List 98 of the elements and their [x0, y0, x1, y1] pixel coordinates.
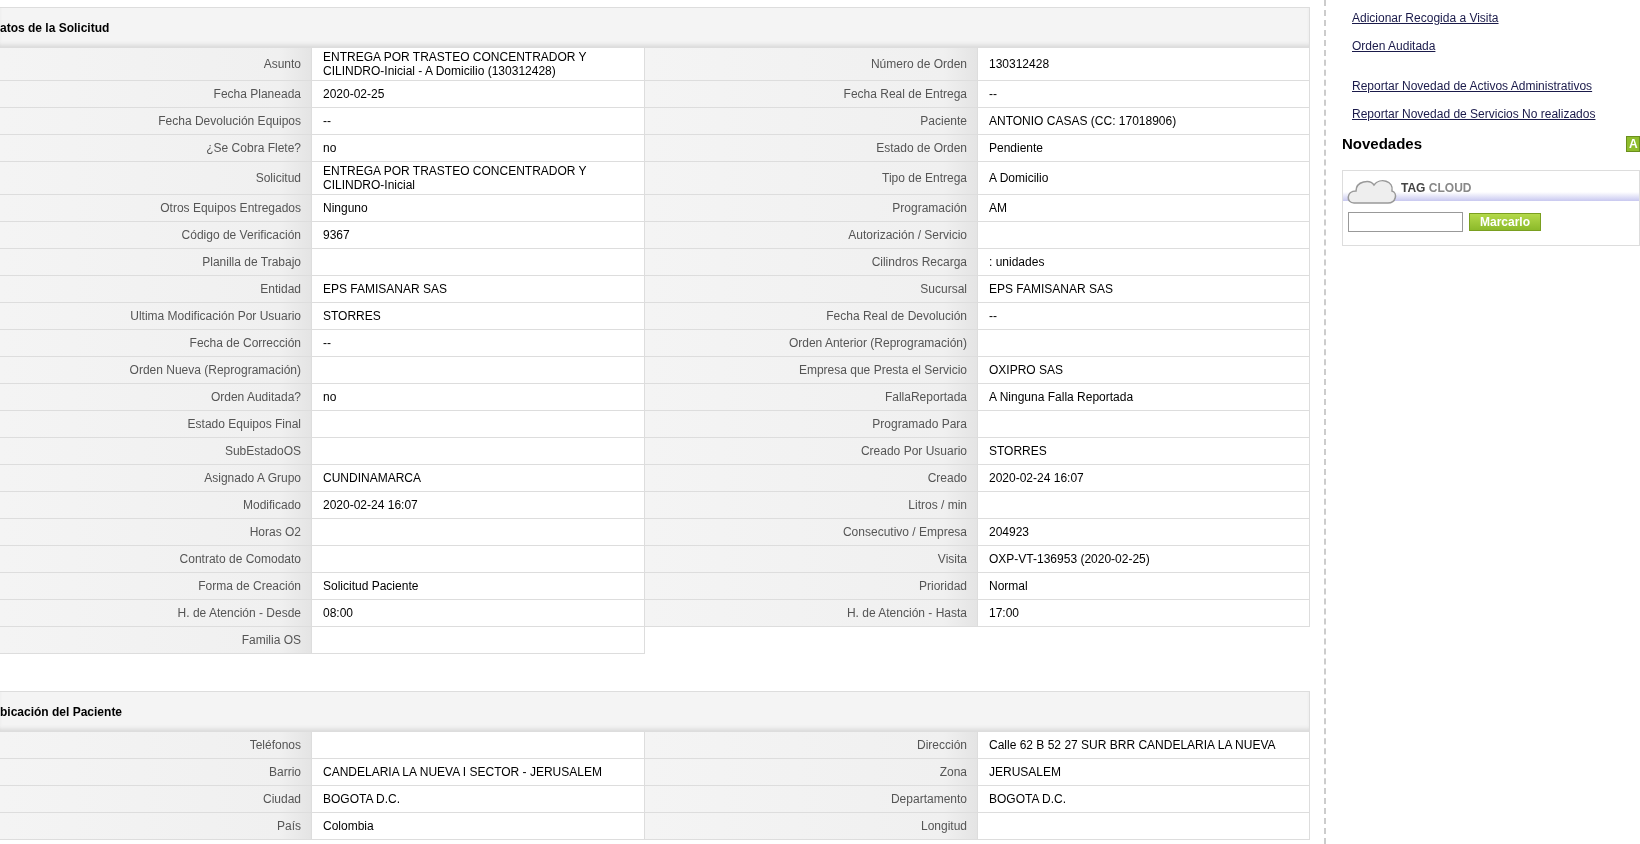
field-label: Forma de Creación — [0, 573, 312, 600]
field-value: AM — [978, 195, 1310, 222]
field-label: Programado Para — [645, 411, 978, 438]
field-label: H. de Atención - Desde — [0, 600, 312, 627]
field-label: Visita — [645, 546, 978, 573]
field-label: Fecha Real de Entrega — [645, 81, 978, 108]
sidebar-link[interactable]: Adicionar Recogida a Visita — [1352, 9, 1499, 27]
field-label: Planilla de Trabajo — [0, 249, 312, 276]
field-label: Cilindros Recarga — [645, 249, 978, 276]
field-label: Familia OS — [0, 627, 312, 654]
field-label: Solicitud — [0, 162, 312, 195]
field-label: Consecutivo / Empresa — [645, 519, 978, 546]
sidebar-link[interactable]: Reportar Novedad de Activos Administrativos — [1352, 77, 1593, 95]
field-label: Ciudad — [0, 786, 312, 813]
field-label: Código de Verificación — [0, 222, 312, 249]
field-label: Litros / min — [645, 492, 978, 519]
field-value: 2020-02-25 — [312, 81, 645, 108]
field-label: Horas O2 — [0, 519, 312, 546]
field-value: EPS FAMISANAR SAS — [978, 276, 1310, 303]
field-value: 9367 — [312, 222, 645, 249]
field-value: no — [312, 384, 645, 411]
field-label: Departamento — [645, 786, 978, 813]
field-label: Orden Auditada? — [0, 384, 312, 411]
field-value: 130312428 — [978, 48, 1310, 81]
field-label: Teléfonos — [0, 732, 312, 759]
field-value: OXP-VT-136953 (2020-02-25) — [978, 546, 1310, 573]
field-label: Fecha Devolución Equipos — [0, 108, 312, 135]
field-value: ANTONIO CASAS (CC: 17018906) — [978, 108, 1310, 135]
field-label: País — [0, 813, 312, 840]
field-value: Colombia — [312, 813, 645, 840]
field-label: Entidad — [0, 276, 312, 303]
field-label: Asignado A Grupo — [0, 465, 312, 492]
field-label: Barrio — [0, 759, 312, 786]
novedades-heading: Novedades — [1342, 134, 1423, 154]
field-label: Ultima Modificación Por Usuario — [0, 303, 312, 330]
field-label: Zona — [645, 759, 978, 786]
field-label: Dirección — [645, 732, 978, 759]
field-label: Tipo de Entrega — [645, 162, 978, 195]
field-value: CANDELARIA LA NUEVA I SECTOR - JERUSALEM — [312, 759, 645, 786]
field-label: Programación — [645, 195, 978, 222]
field-label: Fecha Planeada — [0, 81, 312, 108]
field-label: H. de Atención - Hasta — [645, 600, 978, 627]
section-header: atos de la Solicitud — [0, 7, 1310, 48]
field-label: Fecha de Corrección — [0, 330, 312, 357]
field-value: -- — [312, 108, 645, 135]
field-value: STORRES — [312, 303, 645, 330]
field-value: Normal — [978, 573, 1310, 600]
field-value: -- — [978, 81, 1310, 108]
field-label: Autorización / Servicio — [645, 222, 978, 249]
field-value: 17:00 — [978, 600, 1310, 627]
field-label: Número de Orden — [645, 48, 978, 81]
field-label: Paciente — [645, 108, 978, 135]
field-value: 2020-02-24 16:07 — [978, 465, 1310, 492]
field-value: Solicitud Paciente — [312, 573, 645, 600]
field-value: BOGOTA D.C. — [978, 786, 1310, 813]
field-value: 2020-02-24 16:07 — [312, 492, 645, 519]
field-value: JERUSALEM — [978, 759, 1310, 786]
field-label: Longitud — [645, 813, 978, 840]
field-label: Empresa que Presta el Servicio — [645, 357, 978, 384]
field-value: OXIPRO SAS — [978, 357, 1310, 384]
field-value: STORRES — [978, 438, 1310, 465]
field-value: 204923 — [978, 519, 1310, 546]
field-value: Pendiente — [978, 135, 1310, 162]
tag-input-field[interactable] — [1348, 211, 1463, 232]
field-value: : unidades — [978, 249, 1310, 276]
field-label: SubEstadoOS — [0, 438, 312, 465]
field-label: ¿Se Cobra Flete? — [0, 135, 312, 162]
field-value: A Domicilio — [978, 162, 1310, 195]
field-label: Creado Por Usuario — [645, 438, 978, 465]
field-value: CUNDINAMARCA — [312, 465, 645, 492]
field-label: Prioridad — [645, 573, 978, 600]
field-label: Modificado — [0, 492, 312, 519]
section-header: bicación del Paciente — [0, 691, 1310, 732]
field-label: Estado Equipos Final — [0, 411, 312, 438]
field-value: -- — [978, 303, 1310, 330]
tag-cloud-title: TAG CLOUD — [1401, 179, 1472, 197]
field-value: 08:00 — [312, 600, 645, 627]
field-value: ENTREGA POR TRASTEO CONCENTRADOR Y CILINDRO-Inicial — [312, 162, 645, 195]
field-label: Orden Nueva (Reprogramación) — [0, 357, 312, 384]
field-label: Contrato de Comodato — [0, 546, 312, 573]
field-label: Fecha Real de Devolución — [645, 303, 978, 330]
field-label: Asunto — [0, 48, 312, 81]
field-value: Calle 62 B 52 27 SUR BRR CANDELARIA LA NUEVA — [978, 732, 1310, 759]
field-value: Ninguno — [312, 195, 645, 222]
field-value: A Ninguna Falla Reportada — [978, 384, 1310, 411]
field-label: FallaReportada — [645, 384, 978, 411]
field-label: Estado de Orden — [645, 135, 978, 162]
field-label: Creado — [645, 465, 978, 492]
field-value: BOGOTA D.C. — [312, 786, 645, 813]
sidebar-link[interactable]: Orden Auditada — [1352, 37, 1436, 55]
field-label: Otros Equipos Entregados — [0, 195, 312, 222]
field-value: EPS FAMISANAR SAS — [312, 276, 645, 303]
field-value: -- — [312, 330, 645, 357]
field-value: no — [312, 135, 645, 162]
field-label: Orden Anterior (Reprogramación) — [645, 330, 978, 357]
sidebar-link[interactable]: Reportar Novedad de Servicios No realizados — [1352, 105, 1596, 123]
field-value: ENTREGA POR TRASTEO CONCENTRADOR Y CILINDRO-Inicial - A Domicilio (130312428) — [312, 48, 645, 81]
field-label: Sucursal — [645, 276, 978, 303]
